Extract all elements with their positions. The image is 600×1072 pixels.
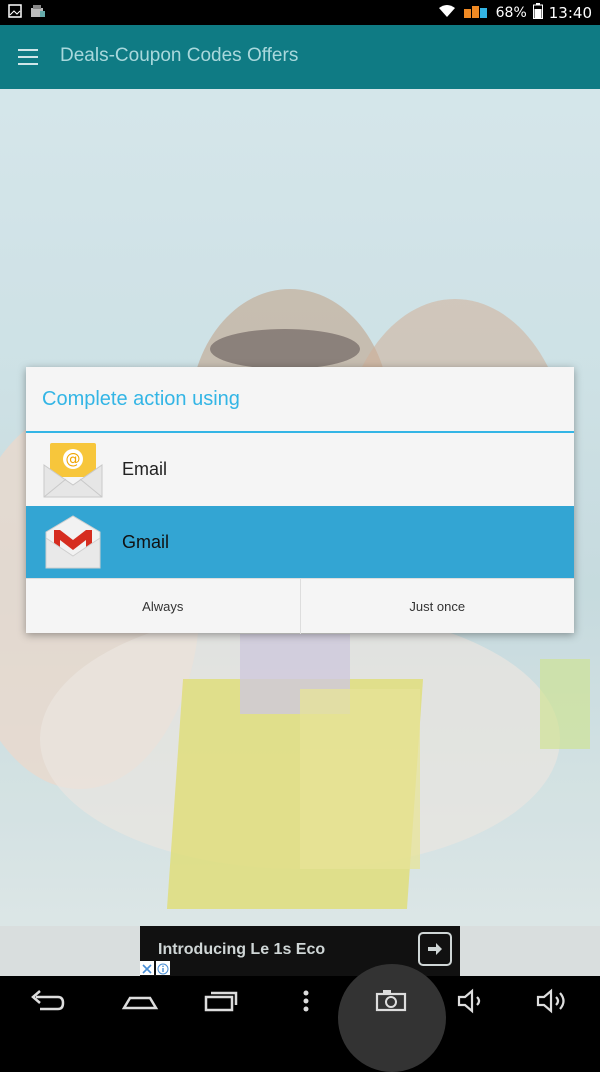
option-gmail[interactable]: Gmail	[26, 506, 574, 578]
app-bar: Deals-Coupon Codes Offers	[0, 25, 600, 89]
app-title: Deals-Coupon Codes Offers	[60, 45, 299, 66]
ad-info-icon[interactable]	[156, 961, 170, 975]
svg-text:@: @	[66, 450, 81, 468]
menu-dots-icon[interactable]	[296, 988, 316, 1014]
battery-icon	[532, 3, 543, 23]
store-notification-icon	[30, 4, 46, 22]
email-app-icon: @	[42, 439, 104, 501]
volume-up-icon[interactable]	[535, 988, 575, 1014]
wifi-icon	[438, 4, 456, 22]
volume-down-icon[interactable]	[456, 988, 496, 1014]
just-once-button[interactable]: Just once	[299, 579, 575, 634]
clock: 13:40	[548, 4, 592, 22]
always-button[interactable]: Always	[26, 579, 300, 634]
arrow-right-icon[interactable]	[418, 932, 452, 966]
dialog-title: Complete action using	[42, 388, 240, 410]
app-chooser-dialog: Complete action using @ Email Gmail Alwa…	[26, 367, 574, 634]
status-bar: 68% 13:40	[0, 0, 600, 25]
option-email[interactable]: @ Email	[26, 433, 574, 505]
menu-icon[interactable]	[18, 49, 38, 65]
screenshot-button-highlight	[338, 964, 446, 1072]
screenshot-icon[interactable]	[375, 988, 415, 1014]
back-icon[interactable]	[30, 988, 70, 1014]
image-notification-icon	[8, 4, 22, 22]
home-icon[interactable]	[120, 988, 160, 1014]
option-gmail-label: Gmail	[122, 532, 170, 552]
option-email-label: Email	[122, 459, 168, 479]
ad-close-icon[interactable]	[140, 961, 154, 975]
ad-area: Introducing Le 1s Eco	[0, 926, 600, 976]
navigation-bar	[0, 964, 600, 1072]
dialog-buttons: Always Just once	[26, 578, 574, 634]
ad-text: Introducing Le 1s Eco	[158, 941, 326, 958]
signal-icon	[462, 3, 490, 23]
gmail-app-icon	[42, 512, 104, 574]
battery-percent: 68%	[495, 5, 527, 21]
recents-icon[interactable]	[204, 988, 244, 1014]
